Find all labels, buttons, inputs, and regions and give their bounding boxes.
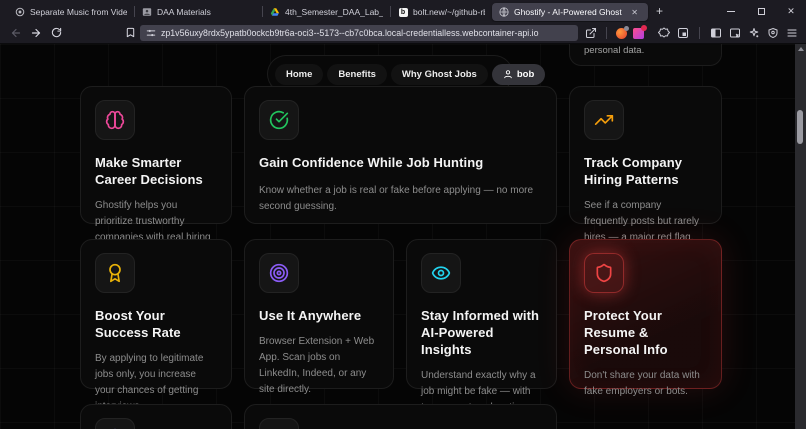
user-name: bob — [516, 68, 535, 80]
page-scrollbar[interactable] — [795, 44, 806, 429]
trending-up-icon — [584, 100, 624, 140]
award-icon — [95, 253, 135, 293]
card-title: Track Company Hiring Patterns — [584, 155, 683, 187]
feature-card-ai-insights[interactable]: Stay Informed with AI-Powered Insights U… — [406, 239, 557, 413]
feature-card-hiring-patterns[interactable]: Track Company Hiring Patterns See if a c… — [569, 86, 722, 243]
feature-card-success-rate[interactable]: Boost Your Success Rate By applying to l… — [80, 239, 232, 412]
save-panel-icon[interactable] — [729, 27, 741, 39]
user-icon — [504, 70, 512, 79]
extension-badge — [641, 24, 647, 31]
card-title: Use It Anywhere — [259, 308, 362, 323]
feature-card-partial-wide[interactable] — [244, 404, 557, 429]
classroom-favicon-icon — [142, 7, 152, 17]
tab-title: DAA Materials — [157, 7, 211, 17]
card-title: Gain Confidence While Job Hunting — [259, 155, 484, 170]
tab-title: Separate Music from Video — [30, 7, 127, 17]
sidebar-toggle-icon[interactable] — [710, 27, 722, 39]
user-menu-button[interactable]: bob — [491, 63, 546, 85]
menu-icon[interactable] — [786, 27, 798, 39]
toolbar-right-icons — [658, 24, 798, 42]
card-description: Browser Extension + Web App. Scan jobs o… — [259, 335, 375, 395]
tracking-shield-icon[interactable] — [767, 27, 779, 39]
globe-icon — [499, 7, 509, 17]
window-controls: ✕ — [716, 0, 806, 22]
tab-title: bolt.new/~/github-rbdsaaqe — [413, 7, 485, 17]
extension-badge — [624, 25, 629, 31]
tab-separate-music[interactable]: Separate Music from Video — [8, 3, 134, 21]
leftover-text: personal data. — [584, 45, 645, 56]
bolt-icon: b — [398, 7, 408, 17]
address-bar[interactable]: zp1v56uxy8rdx5ypatb0ockcb9tr6a-oci3--517… — [140, 25, 578, 41]
google-drive-icon — [270, 7, 280, 17]
reload-button[interactable] — [46, 24, 66, 42]
browser-window: Separate Music from Video DAA Materials … — [0, 0, 806, 429]
account-badge-icon[interactable] — [658, 27, 670, 39]
shield-icon — [584, 253, 624, 293]
card-description: Know whether a job is real or fake befor… — [259, 184, 534, 212]
tab-daa-lab-programs[interactable]: 4th_Semester_DAA_Lab_Programs - G — [263, 3, 390, 21]
feature-card-use-anywhere[interactable]: Use It Anywhere Browser Extension + Web … — [244, 239, 394, 395]
tab-title: Ghostify - AI-Powered Ghost Job — [514, 7, 623, 17]
back-button[interactable] — [6, 24, 26, 42]
extension-alert-icon[interactable] — [633, 24, 647, 39]
bookmark-icon[interactable] — [120, 24, 140, 42]
feature-card-partial-left[interactable] — [80, 404, 232, 429]
brain-icon — [95, 100, 135, 140]
nav-item-why-ghost-jobs[interactable]: Why Ghost Jobs — [390, 63, 488, 85]
card-title: Make Smarter Career Decisions — [95, 155, 203, 187]
card-description: Don't share your data with fake employer… — [584, 369, 700, 397]
navigation-toolbar: zp1v56uxy8rdx5ypatb0ockcb9tr6a-oci3--517… — [0, 22, 806, 44]
site-favicon-icon — [15, 7, 25, 17]
ai-sparkle-icon[interactable] — [748, 27, 760, 39]
nav-item-home[interactable]: Home — [275, 63, 324, 85]
tab-bar: Separate Music from Video DAA Materials … — [0, 0, 806, 22]
feature-card-protect-resume[interactable]: Protect Your Resume & Personal Info Don'… — [569, 239, 722, 397]
target-icon — [259, 253, 299, 293]
feature-card-smarter-decisions[interactable]: Make Smarter Career Decisions Ghostify h… — [80, 86, 232, 259]
maximize-button[interactable] — [746, 0, 776, 22]
scrollbar-thumb[interactable] — [797, 110, 803, 144]
scroll-up-arrow-icon[interactable] — [797, 47, 804, 51]
container-tab-icon[interactable] — [677, 27, 689, 39]
scrolled-card-remainder: personal data. — [569, 44, 722, 66]
toolbar-separator — [606, 27, 607, 39]
eye-icon — [421, 253, 461, 293]
card-title: Protect Your Resume & Personal Info — [584, 308, 668, 357]
nav-item-benefits[interactable]: Benefits — [327, 63, 387, 85]
toolbar-separator — [699, 27, 700, 39]
card-title: Boost Your Success Rate — [95, 308, 181, 340]
tab-title: 4th_Semester_DAA_Lab_Programs - G — [285, 7, 383, 17]
tab-bolt-new[interactable]: b bolt.new/~/github-rbdsaaqe — [391, 3, 492, 21]
minimize-button[interactable] — [716, 0, 746, 22]
close-tab-icon[interactable]: ✕ — [628, 7, 641, 18]
bell-icon — [95, 418, 135, 429]
site-permissions-icon[interactable] — [146, 28, 156, 38]
feature-card-gain-confidence[interactable]: Gain Confidence While Job Hunting Know w… — [244, 86, 557, 224]
extension-firefox-icon[interactable] — [616, 25, 629, 39]
new-tab-button[interactable]: + — [648, 4, 671, 18]
close-window-button[interactable]: ✕ — [776, 0, 806, 22]
users-icon — [259, 418, 299, 429]
url-text[interactable]: zp1v56uxy8rdx5ypatb0ockcb9tr6a-oci3--517… — [161, 28, 539, 38]
tab-daa-materials[interactable]: DAA Materials — [135, 3, 262, 21]
card-title: Stay Informed with AI-Powered Insights — [421, 308, 540, 357]
share-icon[interactable] — [585, 27, 597, 39]
check-circle-icon — [259, 100, 299, 140]
page-content: personal data. Home Benefits Why Ghost J… — [0, 44, 806, 429]
tab-ghostify-active[interactable]: Ghostify - AI-Powered Ghost Job ✕ — [492, 3, 648, 21]
forward-button[interactable] — [26, 24, 46, 42]
